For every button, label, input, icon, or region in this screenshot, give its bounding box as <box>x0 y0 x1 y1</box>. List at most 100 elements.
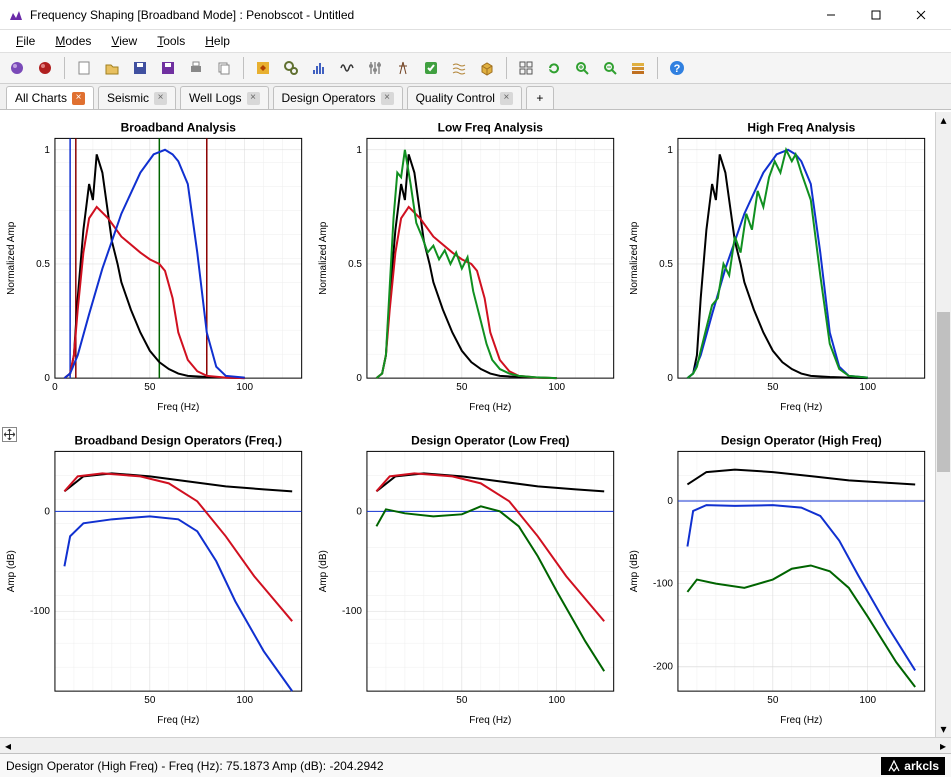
chart-3[interactable]: 50100-1000Freq (Hz)Amp (dB)Broadband Des… <box>0 425 312 738</box>
sliders-icon[interactable] <box>362 55 388 81</box>
svg-text:0: 0 <box>668 373 674 384</box>
svg-text:0: 0 <box>668 495 674 506</box>
close-icon[interactable]: × <box>500 92 513 105</box>
chart-cell-0: 05010000.51Freq (Hz)Normalized AmpBroadb… <box>0 112 312 425</box>
svg-text:Amp (dB): Amp (dB) <box>629 550 640 592</box>
svg-text:Normalized Amp: Normalized Amp <box>318 221 329 295</box>
svg-text:Freq (Hz): Freq (Hz) <box>469 402 511 413</box>
svg-text:0: 0 <box>52 382 58 393</box>
svg-text:Freq (Hz): Freq (Hz) <box>157 715 199 726</box>
svg-text:Amp (dB): Amp (dB) <box>318 550 329 592</box>
new-icon[interactable] <box>71 55 97 81</box>
svg-text:0: 0 <box>44 506 50 517</box>
svg-text:0: 0 <box>44 373 50 384</box>
chart-cell-4: 50 100 -100 0 Freq (Hz) Amp (dB) Design Operat… <box>312 425 624 738</box>
gears-icon[interactable] <box>278 55 304 81</box>
tabbar: All Charts× Seismic× Well Logs× Design O… <box>0 84 951 110</box>
chart-2[interactable]: 5010000.51Freq (Hz)Normalized AmpHigh Fr… <box>623 112 935 425</box>
svg-text:0: 0 <box>356 373 362 384</box>
menu-file[interactable]: File <box>8 32 43 50</box>
maximize-button[interactable] <box>853 0 898 30</box>
copy-icon[interactable] <box>211 55 237 81</box>
spectrum-icon[interactable] <box>306 55 332 81</box>
svg-text:50: 50 <box>144 382 156 393</box>
svg-text:Low Freq Analysis: Low Freq Analysis <box>437 120 543 134</box>
svg-text:50: 50 <box>144 695 156 706</box>
chart-area: 05010000.51Freq (Hz)Normalized AmpBroadb… <box>0 112 935 737</box>
svg-text:100: 100 <box>236 382 253 393</box>
svg-text:-100: -100 <box>653 578 673 589</box>
svg-text:1: 1 <box>356 145 362 156</box>
menubar: File Modes View Tools Help <box>0 30 951 52</box>
layers-wave-icon[interactable] <box>446 55 472 81</box>
vertical-scrollbar[interactable]: ▴ ▾ <box>935 112 951 737</box>
tab-add-button[interactable]: + <box>526 86 554 109</box>
layers-icon[interactable] <box>625 55 651 81</box>
sphere-purple-icon[interactable] <box>4 55 30 81</box>
brand-logo: arkcls <box>881 757 945 775</box>
svg-text:50: 50 <box>456 695 468 706</box>
scroll-up-icon[interactable]: ▴ <box>936 112 951 128</box>
svg-text:High Freq Analysis: High Freq Analysis <box>748 120 856 134</box>
svg-text:-100: -100 <box>30 606 50 617</box>
chart-0[interactable]: 05010000.51Freq (Hz)Normalized AmpBroadb… <box>0 112 312 425</box>
menu-modes[interactable]: Modes <box>47 32 99 50</box>
chart-4[interactable]: 50 100 -100 0 Freq (Hz) Amp (dB) Design Operat… <box>312 425 624 738</box>
scroll-left-icon[interactable]: ◂ <box>0 738 16 753</box>
print-icon[interactable] <box>183 55 209 81</box>
status-text: Design Operator (High Freq) - Freq (Hz):… <box>6 759 384 773</box>
waveform-icon[interactable] <box>334 55 360 81</box>
help-icon[interactable]: ? <box>664 55 690 81</box>
sphere-red-icon[interactable] <box>32 55 58 81</box>
horizontal-scrollbar[interactable]: ◂ ▸ <box>0 737 951 753</box>
svg-text:0: 0 <box>356 506 362 517</box>
check-icon[interactable] <box>418 55 444 81</box>
svg-text:0.5: 0.5 <box>36 259 50 270</box>
svg-text:1: 1 <box>668 145 674 156</box>
tab-well-logs[interactable]: Well Logs× <box>180 86 268 109</box>
svg-text:-100: -100 <box>342 606 362 617</box>
run-yellow-icon[interactable] <box>250 55 276 81</box>
tab-all-charts[interactable]: All Charts× <box>6 86 94 109</box>
tab-quality-control[interactable]: Quality Control× <box>407 86 522 109</box>
minimize-button[interactable] <box>808 0 853 30</box>
scroll-down-icon[interactable]: ▾ <box>936 721 951 737</box>
svg-text:100: 100 <box>236 695 253 706</box>
svg-text:0.5: 0.5 <box>348 259 362 270</box>
zoom-out-icon[interactable] <box>597 55 623 81</box>
chart-1[interactable]: 5010000.51Freq (Hz)Normalized AmpLow Fre… <box>312 112 624 425</box>
tab-seismic[interactable]: Seismic× <box>98 86 176 109</box>
well-icon[interactable] <box>390 55 416 81</box>
close-icon[interactable]: × <box>154 92 167 105</box>
svg-text:Normalized Amp: Normalized Amp <box>629 221 640 295</box>
menu-tools[interactable]: Tools <box>149 32 193 50</box>
titlebar: Frequency Shaping [Broadband Mode] : Pen… <box>0 0 951 30</box>
close-button[interactable] <box>898 0 943 30</box>
refresh-icon[interactable] <box>541 55 567 81</box>
chart-5[interactable]: 50100-200-1000Freq (Hz)Amp (dB)Design Op… <box>623 425 935 738</box>
svg-text:Freq (Hz): Freq (Hz) <box>469 715 511 726</box>
svg-text:50: 50 <box>456 382 468 393</box>
cube-icon[interactable] <box>474 55 500 81</box>
tab-design-operators[interactable]: Design Operators× <box>273 86 403 109</box>
svg-text:100: 100 <box>548 695 565 706</box>
chart-cell-1: 5010000.51Freq (Hz)Normalized AmpLow Fre… <box>312 112 624 425</box>
svg-text:100: 100 <box>860 382 877 393</box>
zoom-in-icon[interactable] <box>569 55 595 81</box>
app-icon <box>8 7 24 23</box>
scroll-thumb[interactable] <box>937 312 950 472</box>
close-icon[interactable]: × <box>381 92 394 105</box>
grid-icon[interactable] <box>513 55 539 81</box>
move-handle-icon[interactable] <box>2 427 17 442</box>
menu-help[interactable]: Help <box>197 32 238 50</box>
save-icon[interactable] <box>127 55 153 81</box>
close-icon[interactable]: × <box>72 92 85 105</box>
svg-text:Design Operator (Low Freq): Design Operator (Low Freq) <box>411 433 569 447</box>
svg-text:Freq (Hz): Freq (Hz) <box>157 402 199 413</box>
save-as-icon[interactable] <box>155 55 181 81</box>
svg-text:0.5: 0.5 <box>659 259 673 270</box>
open-icon[interactable] <box>99 55 125 81</box>
menu-view[interactable]: View <box>103 32 145 50</box>
close-icon[interactable]: × <box>247 92 260 105</box>
scroll-right-icon[interactable]: ▸ <box>935 738 951 753</box>
